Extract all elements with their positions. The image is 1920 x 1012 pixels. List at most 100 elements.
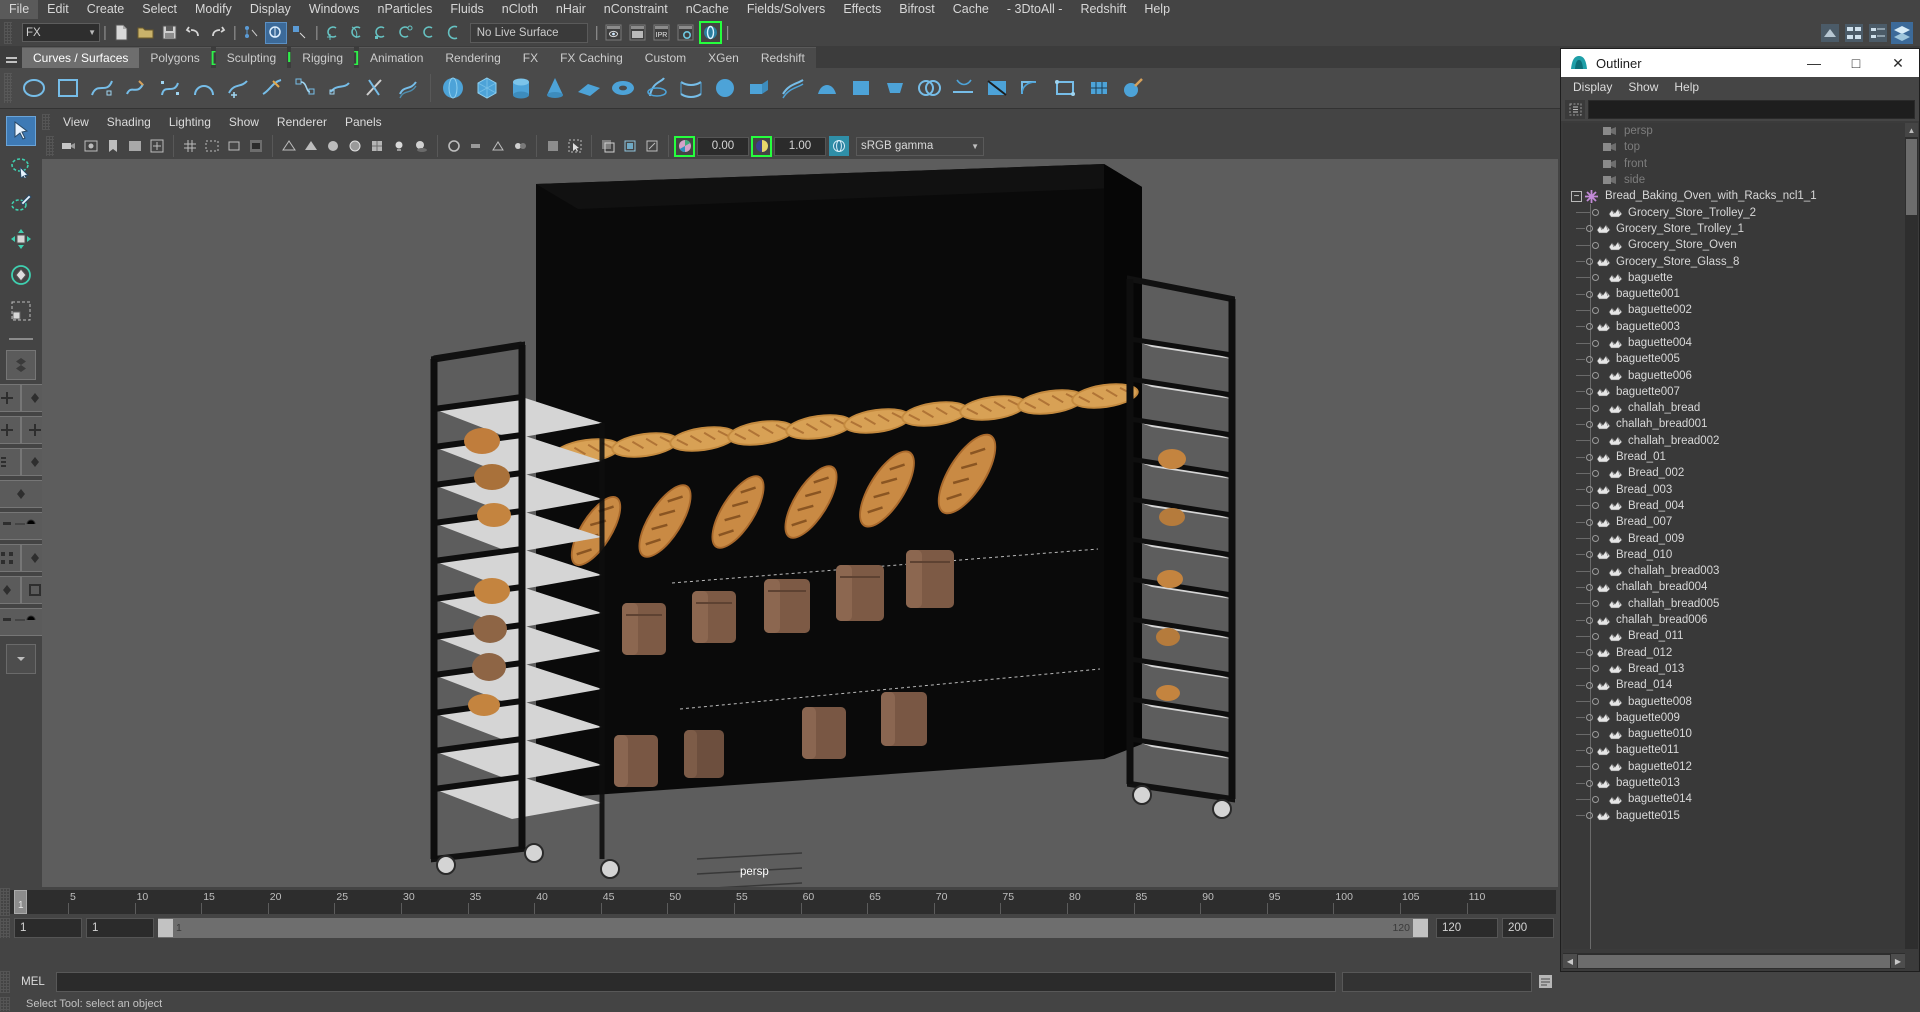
curve-editing-tool-icon[interactable] [255, 71, 289, 105]
select-camera-icon[interactable] [59, 136, 79, 156]
node-toggle-icon[interactable] [1586, 812, 1593, 820]
color-space-dropdown[interactable]: sRGB gamma ▼ [856, 136, 984, 156]
tool-settings-icon[interactable] [1867, 22, 1889, 44]
node-toggle-icon[interactable] [1592, 241, 1599, 249]
snap-to-point-icon[interactable] [371, 22, 393, 44]
snap-to-view-plane-icon[interactable] [419, 22, 441, 44]
node-toggle-icon[interactable] [1592, 209, 1599, 217]
outliner-item[interactable]: baguette [1563, 270, 1905, 286]
node-toggle-icon[interactable] [1592, 632, 1599, 640]
anim-end-field[interactable]: 200 [1502, 918, 1554, 938]
script-editor-icon[interactable] [1532, 971, 1558, 993]
layout-expand-icon[interactable] [6, 644, 36, 674]
grid-toggle-icon[interactable] [180, 136, 200, 156]
paint-select-tool-icon[interactable] [6, 188, 36, 218]
close-button[interactable]: ✕ [1877, 49, 1919, 77]
wireframe-on-shaded-icon[interactable] [345, 136, 365, 156]
outliner-item[interactable]: Grocery_Store_Trolley_2 [1563, 204, 1905, 220]
hypershade-layout-icon[interactable] [1819, 22, 1841, 44]
outliner-item[interactable]: baguette015 [1563, 807, 1905, 823]
outliner-menu-display[interactable]: Display [1565, 80, 1620, 94]
redo-icon[interactable] [207, 22, 229, 44]
xray-joints-icon[interactable] [620, 136, 640, 156]
screen-space-ambient-occlusion-icon[interactable] [444, 136, 464, 156]
shelf-tab-sculpting[interactable]: Sculpting [215, 47, 288, 68]
birail-icon[interactable] [776, 71, 810, 105]
smooth-shade-all-icon[interactable] [301, 136, 321, 156]
outliner-item[interactable]: Bread_007 [1563, 514, 1905, 530]
select-by-object-icon[interactable] [264, 21, 287, 44]
outliner-item[interactable]: Bread_01 [1563, 449, 1905, 465]
outliner-item[interactable]: baguette008 [1563, 693, 1905, 709]
xray-display-icon[interactable] [598, 136, 618, 156]
node-toggle-icon[interactable] [1586, 388, 1593, 396]
command-input[interactable] [56, 971, 1336, 992]
layout-single-perspective-icon[interactable] [6, 350, 36, 380]
node-toggle-icon[interactable] [1586, 290, 1593, 298]
menu-modify[interactable]: Modify [186, 0, 241, 19]
color-management-toggle-icon[interactable] [829, 136, 849, 156]
node-toggle-icon[interactable] [1586, 323, 1593, 331]
multisample-anti-aliasing-icon[interactable] [488, 136, 508, 156]
outliner-item[interactable]: top [1563, 139, 1905, 155]
viewport-menu-lighting[interactable]: Lighting [160, 115, 220, 129]
time-slider-grip[interactable] [0, 888, 10, 916]
shelf-tab-redshift[interactable]: Redshift [749, 47, 816, 68]
statusline-grip[interactable] [4, 21, 12, 44]
menu-ncache[interactable]: nCache [677, 0, 738, 19]
textured-icon[interactable] [367, 136, 387, 156]
outliner-item[interactable]: challah_bread004 [1563, 579, 1905, 595]
anim-start-field[interactable]: 1 [14, 918, 82, 938]
xray-active-components-icon[interactable] [642, 136, 662, 156]
outliner-item[interactable]: front [1563, 156, 1905, 172]
outliner-item[interactable]: baguette014 [1563, 791, 1905, 807]
nurbs-torus-icon[interactable] [606, 71, 640, 105]
node-toggle-icon[interactable] [1592, 665, 1599, 673]
revolve-icon[interactable] [640, 71, 674, 105]
render-sequence-icon[interactable] [627, 22, 649, 44]
node-toggle-icon[interactable] [1586, 225, 1593, 233]
outliner-horizontal-scrollbar[interactable]: ◀ ▶ [1563, 953, 1905, 969]
current-time-indicator[interactable]: 1 [14, 890, 27, 914]
menu-redshift[interactable]: Redshift [1071, 0, 1135, 19]
node-toggle-icon[interactable] [1586, 779, 1593, 787]
node-toggle-icon[interactable] [1586, 649, 1593, 657]
node-toggle-icon[interactable] [1592, 567, 1599, 575]
range-right-handle[interactable] [1413, 919, 1428, 937]
ipr-render-icon[interactable]: IPR [651, 22, 673, 44]
outliner-item[interactable]: challah_bread [1563, 400, 1905, 416]
ep-curve-tool-icon[interactable] [85, 71, 119, 105]
offset-curve-icon[interactable] [391, 71, 425, 105]
layout-four-view-icon[interactable] [0, 384, 21, 412]
save-scene-icon[interactable] [159, 22, 181, 44]
shelf-tab-custom[interactable]: Custom [633, 47, 698, 68]
shelf-tab-rendering[interactable]: Rendering [434, 47, 512, 68]
use-all-lights-icon[interactable] [389, 136, 409, 156]
loft-icon[interactable] [674, 71, 708, 105]
menu-windows[interactable]: Windows [300, 0, 369, 19]
node-toggle-icon[interactable] [1592, 502, 1599, 510]
outliner-item[interactable]: baguette010 [1563, 726, 1905, 742]
undo-icon[interactable] [183, 22, 205, 44]
viewport-toolbar-grip[interactable] [46, 136, 54, 156]
help-line-grip[interactable] [0, 996, 10, 1011]
resolution-gate-icon[interactable] [224, 136, 244, 156]
exposure-field[interactable]: 0.00 [697, 136, 749, 156]
menu-edit[interactable]: Edit [38, 0, 78, 19]
scroll-left-icon[interactable]: ◀ [1563, 954, 1577, 968]
layout-node-editor-icon[interactable] [0, 544, 21, 572]
exposure-icon[interactable] [674, 135, 695, 157]
shelf-tab-polygons[interactable]: Polygons [139, 47, 211, 68]
command-line-grip[interactable] [0, 970, 10, 993]
outliner-item[interactable]: challah_bread003 [1563, 563, 1905, 579]
node-toggle-icon[interactable] [1586, 714, 1593, 722]
redshift-render-view-icon[interactable] [698, 21, 722, 44]
menu-help[interactable]: Help [1135, 0, 1179, 19]
range-slider-grip[interactable] [0, 918, 10, 938]
nurbs-square-icon[interactable] [51, 71, 85, 105]
nurbs-cone-icon[interactable] [538, 71, 572, 105]
menu-fluids[interactable]: Fluids [441, 0, 492, 19]
search-input[interactable] [1588, 99, 1915, 119]
layout-persp-small-icon[interactable] [0, 576, 21, 604]
node-toggle-icon[interactable] [1592, 469, 1599, 477]
